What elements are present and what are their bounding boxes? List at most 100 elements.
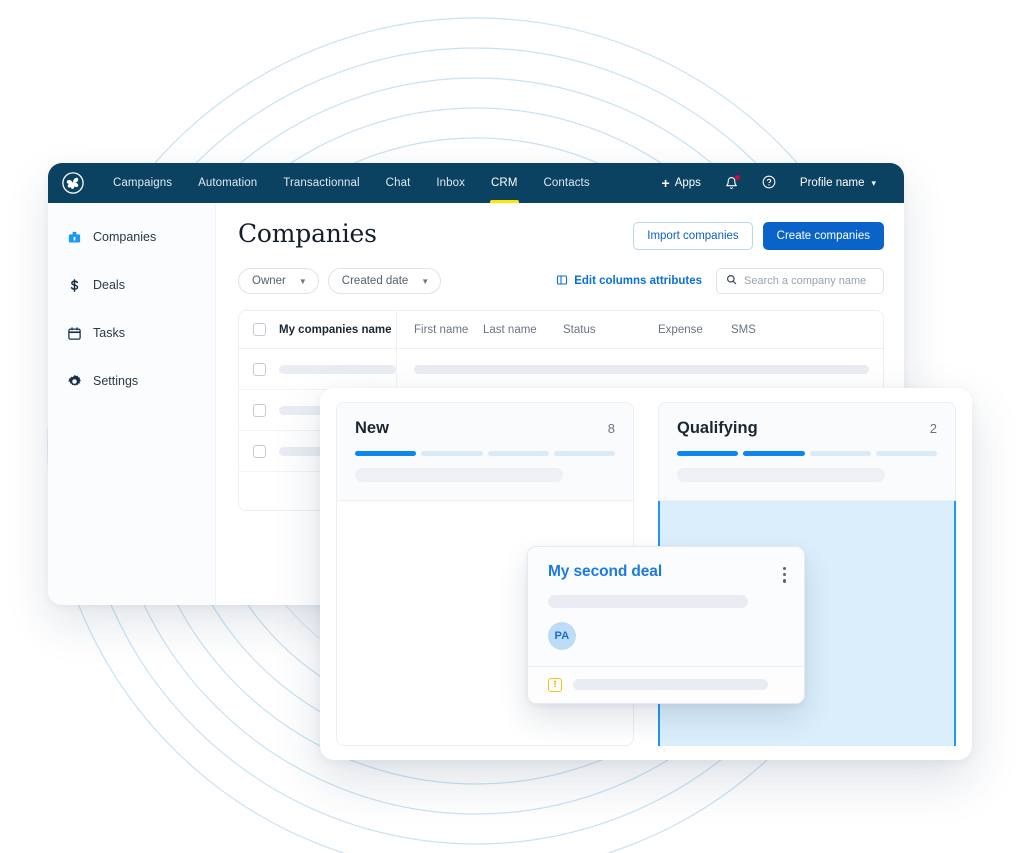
progress-segment [553, 451, 615, 456]
warning-icon: ! [548, 677, 562, 692]
nav-item-crm[interactable]: CRM [478, 163, 531, 203]
sidebar-label: Companies [93, 230, 157, 244]
row-checkbox-cell[interactable] [239, 444, 279, 458]
column-header-status[interactable]: Status [563, 311, 658, 348]
notifications-button[interactable] [713, 175, 750, 190]
column-header-last-name[interactable]: Last name [483, 311, 563, 348]
nav-label: Contacts [543, 177, 590, 189]
help-circle-icon [762, 175, 776, 192]
profile-label: Profile name [799, 177, 865, 189]
skeleton-row-content [414, 364, 869, 374]
sidebar-item-settings[interactable]: Settings [48, 365, 215, 397]
select-all-checkbox[interactable] [252, 323, 266, 336]
nav-label: Chat [385, 177, 411, 189]
plus-icon: + [661, 175, 670, 191]
skeleton-deal-footer [573, 679, 768, 691]
progress-segment [421, 451, 483, 456]
help-button[interactable] [750, 175, 788, 192]
nav-item-transactionnal[interactable]: Transactionnal [270, 163, 372, 203]
select-all-checkbox-cell[interactable] [239, 323, 279, 336]
column-header-expense[interactable]: Expense [658, 311, 731, 348]
edit-columns-attributes-button[interactable]: Edit columns attributes [556, 274, 702, 289]
sidebar-item-tasks[interactable]: Tasks [48, 317, 215, 349]
filters-right-group: Edit columns attributes Search a company… [556, 268, 884, 294]
pinwheel-logo-icon[interactable] [62, 172, 84, 194]
deal-card-body: My second deal PA [528, 547, 804, 666]
owner-filter-label: Owner [252, 275, 286, 287]
skeleton-deal-subtitle [548, 594, 748, 608]
building-icon [67, 230, 82, 245]
page-actions: Import companies Create companies [633, 219, 884, 250]
search-icon [726, 272, 737, 290]
nav-label: CRM [491, 177, 518, 189]
page-title: Companies [238, 219, 377, 248]
deal-title[interactable]: My second deal [548, 563, 662, 581]
sidebar: Companies Deals Tasks Settings [48, 203, 216, 605]
top-navigation-bar: Campaigns Automation Transactionnal Chat… [48, 163, 904, 203]
apps-label: Apps [674, 177, 701, 189]
kanban-column-count: 8 [607, 421, 615, 436]
created-date-filter-label: Created date [341, 275, 409, 287]
filters-row: Owner ▼ Created date ▼ Edit columns attr… [238, 268, 884, 294]
chevron-down-icon: ▾ [871, 177, 876, 188]
nav-item-chat[interactable]: Chat [373, 163, 424, 203]
avatar: PA [548, 621, 576, 650]
nav-item-contacts[interactable]: Contacts [531, 163, 603, 203]
chevron-down-icon: ▼ [298, 276, 307, 286]
deal-title-row: My second deal [548, 563, 786, 583]
notification-dot [734, 175, 740, 180]
columns-icon [556, 274, 568, 289]
kanban-column-count: 2 [929, 421, 937, 436]
nav-label: Campaigns [113, 177, 173, 189]
nav-items: Campaigns Automation Transactionnal Chat… [100, 163, 603, 203]
kanban-column-title: Qualifying [677, 419, 758, 437]
nav-label: Automation [198, 177, 258, 189]
nav-item-automation[interactable]: Automation [185, 163, 270, 203]
row-checkbox[interactable] [252, 403, 266, 417]
table-header-row: My companies name First name Last name S… [239, 311, 883, 349]
bell-icon [725, 175, 740, 190]
row-checkbox[interactable] [252, 444, 266, 458]
sidebar-item-companies[interactable]: Companies [48, 221, 215, 253]
nav-label: Inbox [436, 177, 466, 189]
deal-card[interactable]: My second deal PA ! [527, 546, 805, 704]
table-row[interactable] [239, 349, 883, 390]
progress-segment [487, 451, 549, 456]
nav-right-group: + Apps Profile name ▾ [650, 175, 889, 192]
row-checkbox-cell[interactable] [239, 403, 279, 417]
kanban-progress-segments [677, 451, 937, 456]
sidebar-label: Deals [93, 278, 125, 292]
search-input[interactable]: Search a company name [716, 268, 884, 294]
progress-segment [875, 451, 937, 456]
owner-filter-dropdown[interactable]: Owner ▼ [238, 268, 319, 294]
column-header-company-name[interactable]: My companies name [279, 311, 397, 348]
apps-button[interactable]: + Apps [650, 176, 713, 190]
nav-item-inbox[interactable]: Inbox [423, 163, 478, 203]
skeleton-company-name [279, 364, 396, 374]
nav-item-campaigns[interactable]: Campaigns [100, 163, 185, 203]
kanban-title-row: Qualifying 2 [677, 419, 937, 438]
import-companies-button[interactable]: Import companies [633, 222, 753, 250]
created-date-filter-dropdown[interactable]: Created date ▼ [327, 268, 442, 294]
row-checkbox[interactable] [252, 362, 266, 376]
row-checkbox-cell[interactable] [239, 362, 279, 376]
profile-menu[interactable]: Profile name ▾ [788, 177, 888, 189]
progress-segment [355, 451, 417, 456]
edit-columns-label: Edit columns attributes [574, 275, 702, 287]
kanban-column-title: New [355, 419, 389, 437]
kanban-progress-segments [355, 451, 615, 456]
more-vertical-icon[interactable] [782, 563, 786, 583]
column-header-sms[interactable]: SMS [731, 311, 791, 348]
kanban-column-header: Qualifying 2 [658, 402, 956, 501]
progress-segment [809, 451, 871, 456]
sidebar-label: Tasks [93, 326, 125, 340]
sidebar-label: Settings [93, 374, 139, 388]
row-left-group [239, 349, 397, 389]
column-header-first-name[interactable]: First name [397, 311, 483, 348]
calendar-icon [67, 326, 82, 341]
kanban-title-row: New 8 [355, 419, 615, 438]
search-placeholder: Search a company name [744, 275, 867, 287]
screenshot-root: Campaigns Automation Transactionnal Chat… [0, 0, 1024, 853]
sidebar-item-deals[interactable]: Deals [48, 269, 215, 301]
create-companies-button[interactable]: Create companies [762, 222, 884, 250]
